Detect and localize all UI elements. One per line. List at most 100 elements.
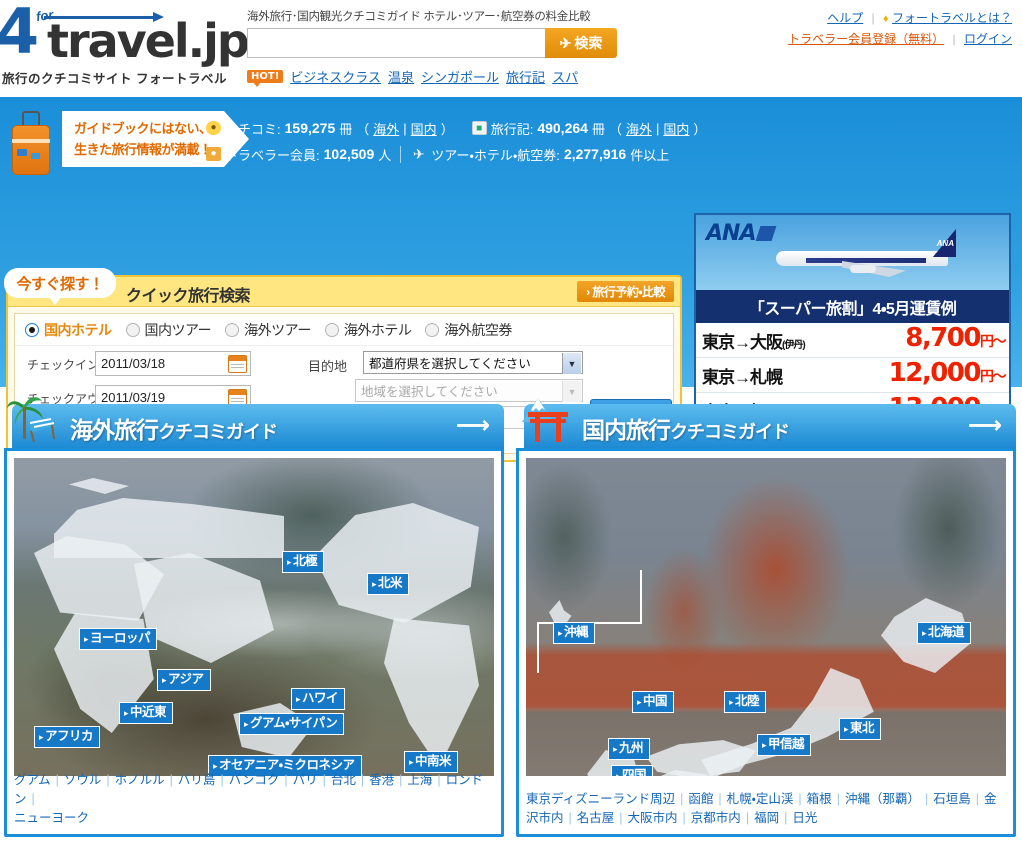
checkin-field[interactable]: 2011/03/18 [95,351,251,376]
map-tag-africa[interactable]: アフリカ [34,726,101,748]
domestic-link-7[interactable]: 名古屋 [577,811,615,825]
map-tag-hokuriku[interactable]: 北陸 [724,691,767,713]
user-icon: ● [206,147,221,161]
overseas-link-7[interactable]: 香港 [369,773,394,787]
overseas-link-1[interactable]: ソウル [64,773,102,787]
domestic-link-4[interactable]: 沖縄（那覇） [845,792,920,806]
arrow-right-icon[interactable]: ⟶ [456,414,490,438]
map-tag-chugoku[interactable]: 中国 [632,691,675,713]
fare-route-0: 東京→大阪(伊丹) [702,332,806,352]
stat-reviews-domestic[interactable]: 国内 [411,119,437,138]
domestic-link-5[interactable]: 石垣島 [933,792,971,806]
overseas-link-10[interactable]: ニューヨーク [14,811,89,825]
shield-icon: ♦ [883,13,889,25]
world-map[interactable]: 北極 ヨーロッパ 北米 アジア ハワイ 中近東 グアム・サイパン アフリカ オセ… [14,458,494,776]
map-tag-tohoku[interactable]: 東北 [839,718,882,740]
fare-row[interactable]: 東京→大阪(伊丹) 8,700円～ [696,323,1009,358]
login-link[interactable]: ログイン [964,32,1012,46]
map-tag-hawaii[interactable]: ハワイ [291,688,346,710]
domestic-link-0[interactable]: 東京ディズニーランド周辺 [526,792,675,806]
plane-icon: ✈ [412,146,425,162]
header-search: 海外旅行･国内観光クチコミガイド ホテル･ツアー･航空券の料金比較 ✈ 検索 H… [247,8,627,87]
hot-link-3[interactable]: 旅行記 [506,67,545,86]
hot-link-2[interactable]: シンガポール [421,67,499,86]
suitcase-sticker-2 [31,153,40,159]
domestic-link-10[interactable]: 福岡 [754,811,779,825]
map-tag-shikoku[interactable]: 四国 [611,765,654,776]
domestic-link-8[interactable]: 大阪市内 [628,811,678,825]
chevron-down-icon[interactable]: ▼ [562,353,581,374]
radio-overseas-tour[interactable]: 海外ツアー [225,320,311,340]
search-button[interactable]: ✈ 検索 [545,28,617,58]
calendar-icon[interactable] [228,355,247,373]
stat-travelogues: ■ 旅行記: 490,264 冊 （ 海外 | 国内 ） [471,119,706,138]
utility-divider-2: | [952,32,956,46]
radio-overseas-hotel[interactable]: 海外ホテル [324,320,412,340]
hot-link-0[interactable]: ビジネスクラス [290,67,381,86]
overseas-link-5[interactable]: パリ [293,773,318,787]
page-root: 4 for travel.jp 旅行のクチコミサイト フォートラベル 海外旅行･… [0,0,1022,847]
overseas-guide-panel: 海外旅行クチコミガイド ⟶ 北極 ヨーロッパ [4,392,504,842]
site-logo[interactable]: 4 for travel.jp 旅行のクチコミサイト フォートラベル [0,1,250,90]
overseas-link-0[interactable]: グアム [14,773,51,787]
domestic-link-2[interactable]: 札幌・定山渓 [727,792,794,806]
about-link[interactable]: フォートラベルとは？ [892,11,1012,25]
overseas-link-6[interactable]: 台北 [331,773,356,787]
promo-speech-line-2: 生きた旅行情報が満載！ [74,142,212,157]
suitcase-sticker-1 [17,149,27,156]
domestic-link-1[interactable]: 函館 [688,792,713,806]
travel-booking-compare-button[interactable]: › 旅行予約・比較 [577,281,674,302]
map-tag-north-america[interactable]: 北米 [367,573,410,595]
map-tag-kyushu[interactable]: 九州 [608,738,651,760]
radio-domestic-tour[interactable]: 国内ツアー [125,320,212,340]
promo-speech-bubble: ガイドブックにはない、 生きた旅行情報が満載！ [62,111,249,167]
map-tag-asia[interactable]: アジア [157,669,211,691]
map-tag-okinawa[interactable]: 沖縄 [553,622,596,644]
promo-speech-line-1: ガイドブックにはない、 [74,121,212,136]
domestic-link-3[interactable]: 箱根 [807,792,832,806]
search-description: 海外旅行･国内観光クチコミガイド ホテル･ツアー･航空券の料金比較 [247,11,591,23]
suitcase-strip [12,139,50,143]
japan-map[interactable]: 沖縄 北海道 中国 北陸 東北 甲信越 九州 四国 東海 関東 近畿 [526,458,1006,776]
domestic-link-9[interactable]: 京都市内 [691,811,741,825]
radio-domestic-hotel[interactable]: 国内ホテル [25,320,112,340]
overseas-link-4[interactable]: バンコク [229,773,280,787]
quick-search-bubble: 今すぐ探す！ [4,268,116,305]
stat-reviews-pipe: | [403,120,407,136]
map-tag-guam-saipan[interactable]: グアム・サイパン [239,713,345,735]
help-link[interactable]: ヘルプ [827,11,863,25]
prefecture-select[interactable]: 都道府県を選択してください ▼ [363,351,583,374]
domestic-link-11[interactable]: 日光 [792,811,817,825]
fare-row[interactable]: 東京→札幌 12,000円～ [696,358,1009,393]
overseas-link-2[interactable]: ホノルル [115,773,165,787]
stat-reviews-unit: 冊 [339,121,353,137]
hot-link-1[interactable]: 温泉 [388,67,414,86]
register-link[interactable]: トラベラー会員登録（無料） [788,32,944,46]
map-tag-koshinetsu[interactable]: 甲信越 [757,734,812,756]
ana-headline: 「スーパー旅割」4・5月運賃例 [696,290,1009,323]
map-tag-middle-east[interactable]: 中近東 [119,702,174,724]
radio-dot-icon [125,322,140,337]
plane-engine [850,265,876,273]
map-tag-hokkaido[interactable]: 北海道 [917,622,972,644]
search-input[interactable] [247,28,545,58]
radio-overseas-flight[interactable]: 海外航空券 [425,320,512,340]
stat-products-unit: 件以上 [630,147,670,163]
map-tag-latin-america[interactable]: 中南米 [404,751,459,773]
stat-travelogues-domestic[interactable]: 国内 [663,119,689,138]
hot-links-row: HOT! ビジネスクラス 温泉 シンガポール 旅行記 スパ [247,67,627,87]
domestic-panel-header[interactable]: 国内旅行クチコミガイド ⟶ [522,398,1016,448]
overseas-link-3[interactable]: バリ島 [178,773,216,787]
overseas-panel-header[interactable]: 海外旅行クチコミガイド ⟶ [7,397,504,448]
radio-dot-icon [425,322,440,337]
domestic-panel-title: 国内旅行クチコミガイド [582,417,790,443]
map-tag-arctic[interactable]: 北極 [282,551,325,573]
hot-link-4[interactable]: スパ [552,67,578,86]
map-tag-europe[interactable]: ヨーロッパ [79,628,158,650]
stat-travelogues-overseas[interactable]: 海外 [626,119,652,138]
overseas-link-8[interactable]: 上海 [407,773,432,787]
arrow-right-icon[interactable]: ⟶ [968,414,1002,438]
radio-domestic-tour-label: 国内ツアー [144,321,212,338]
stat-reviews-overseas[interactable]: 海外 [373,119,399,138]
photo-icon: ■ [471,121,487,135]
